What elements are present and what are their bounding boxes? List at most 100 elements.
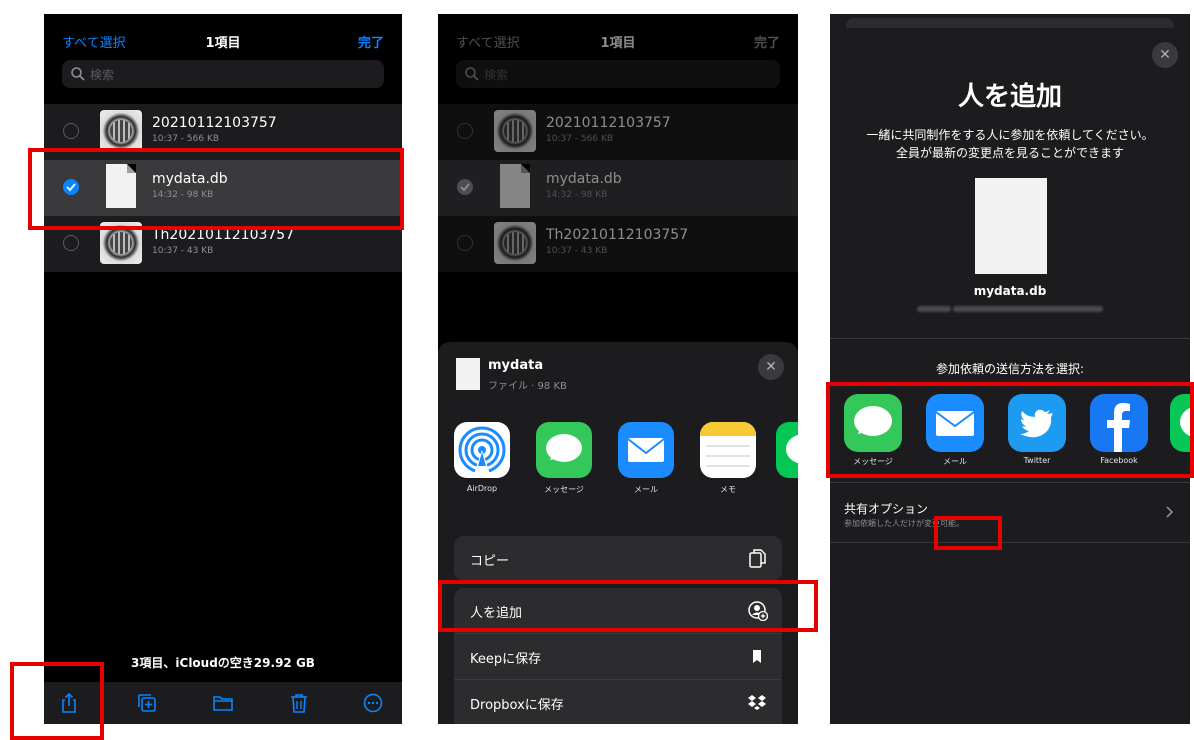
done-button: 完了 <box>753 36 780 51</box>
file-row[interactable]: Th20210112103757 10:37 - 43 KB <box>44 216 402 272</box>
action-add-people[interactable]: 人を追加 <box>454 588 782 634</box>
app-messages[interactable]: メッセージ <box>534 422 594 495</box>
select-radio <box>457 235 473 251</box>
nav-bar: すべて選択 1項目 完了 <box>44 14 402 60</box>
bookmark-icon <box>753 650 761 663</box>
invite-mail[interactable]: メール <box>924 394 986 467</box>
divider <box>830 338 1190 339</box>
copy-icon <box>749 549 766 568</box>
share-file-title: mydata <box>488 358 544 373</box>
search-placeholder: 検索 <box>90 68 115 82</box>
app-line-partial[interactable] <box>776 422 798 478</box>
action-keep[interactable]: Keepに保存 <box>454 634 782 680</box>
share-sheet-screen: すべて選択 1項目 完了 検索 20210112103757 10:37 - 5… <box>438 14 798 724</box>
dropbox-icon <box>748 695 766 710</box>
add-person-icon <box>748 601 768 621</box>
app-label: メッセージ <box>853 457 893 466</box>
file-row[interactable]: 20210112103757 10:37 - 566 KB <box>44 104 402 160</box>
file-row-selected[interactable]: mydata.db 14:32 - 98 KB <box>44 160 402 216</box>
invite-twitter[interactable]: Twitter <box>1006 394 1068 465</box>
search-input[interactable]: 検索 <box>62 60 384 88</box>
file-name: mydata.db <box>546 171 622 187</box>
file-meta: 14:32 - 98 KB <box>152 190 214 200</box>
image-thumbnail <box>100 222 142 264</box>
selected-check-icon[interactable] <box>63 179 79 195</box>
description: 一緒に共同制作をする人に参加を依頼してください。 全員が最新の変更点を見ることが… <box>830 126 1190 162</box>
share-options-row[interactable]: 共有オプション 参加依頼した人だけが変更可能。 <box>830 482 1190 542</box>
file-meta: 10:37 - 566 KB <box>152 134 220 144</box>
app-label: メッセージ <box>544 485 584 494</box>
invite-app-row: メッセージ メール Twitter Facebook <box>830 394 1190 474</box>
image-thumbnail <box>494 222 536 264</box>
duplicate-icon[interactable] <box>136 692 158 714</box>
storage-status: 3項目、iCloudの空き29.92 GB <box>131 656 315 670</box>
more-icon[interactable] <box>362 692 384 714</box>
copy-action-group: コピー <box>454 536 782 581</box>
image-thumbnail <box>494 110 536 152</box>
share-icon[interactable] <box>58 692 80 714</box>
action-dropbox[interactable]: Dropboxに保存 <box>454 680 782 724</box>
facebook-icon <box>1090 394 1148 452</box>
file-name: Th20210112103757 <box>546 227 689 243</box>
action-label: Dropboxに保存 <box>470 698 564 713</box>
select-radio[interactable] <box>63 235 79 251</box>
line-icon <box>1170 394 1190 452</box>
search-icon <box>71 67 85 81</box>
file-row: 20210112103757 10:37 - 566 KB <box>438 104 798 160</box>
invite-line-partial[interactable] <box>1170 394 1190 452</box>
airdrop-icon <box>454 422 510 478</box>
document-icon <box>106 164 136 208</box>
app-label: メール <box>634 485 658 494</box>
app-label: Twitter <box>1023 456 1051 465</box>
app-label: AirDrop <box>466 484 498 493</box>
select-radio[interactable] <box>63 123 79 139</box>
nav-title: 1項目 <box>205 36 241 51</box>
share-options-subtitle: 参加依頼した人だけが変更可能。 <box>844 519 964 528</box>
file-list: 20210112103757 10:37 - 566 KB mydata.db … <box>44 104 402 272</box>
notes-icon <box>700 422 756 478</box>
file-meta: 14:32 - 98 KB <box>546 190 608 200</box>
action-label: Keepに保存 <box>470 652 542 667</box>
share-options-title: 共有オプション <box>844 502 929 516</box>
invite-messages[interactable]: メッセージ <box>842 394 904 467</box>
mail-icon <box>618 422 674 478</box>
invite-facebook[interactable]: Facebook <box>1088 394 1150 465</box>
document-icon <box>975 178 1047 274</box>
app-label: Facebook <box>1100 456 1138 465</box>
done-button[interactable]: 完了 <box>358 32 384 51</box>
line-icon <box>776 422 798 478</box>
folder-icon[interactable] <box>212 692 234 714</box>
files-select-screen: すべて選択 1項目 完了 検索 20210112103757 10:37 - 5… <box>44 14 402 724</box>
messages-icon <box>844 394 902 452</box>
redacted-email <box>953 305 1104 312</box>
document-icon <box>456 358 480 390</box>
app-mail[interactable]: メール <box>616 422 676 495</box>
app-airdrop[interactable]: AirDrop <box>452 422 512 493</box>
share-sheet: mydata ファイル · 98 KB ✕ AirDrop メッセージ メール <box>438 342 798 724</box>
file-row-selected: mydata.db 14:32 - 98 KB <box>438 160 798 216</box>
add-people-screen: ✕ 人を追加 一緒に共同制作をする人に参加を依頼してください。 全員が最新の変更… <box>830 14 1190 724</box>
action-list: 人を追加 Keepに保存 Dropboxに保存 <box>454 588 782 724</box>
app-notes[interactable]: メモ <box>698 422 758 495</box>
close-button[interactable]: ✕ <box>758 354 784 380</box>
file-row: Th20210112103757 10:37 - 43 KB <box>438 216 798 272</box>
nav-title: 1項目 <box>600 36 636 51</box>
document-icon <box>500 164 530 208</box>
file-name: Th20210112103757 <box>152 227 295 243</box>
divider <box>830 542 1190 543</box>
close-button[interactable]: ✕ <box>1152 42 1178 68</box>
search-icon <box>465 67 479 81</box>
choose-method-label: 参加依頼の送信方法を選択: <box>935 362 1085 376</box>
owner-redacted <box>830 304 1190 314</box>
share-app-row: AirDrop メッセージ メール メモ <box>438 422 798 502</box>
search-placeholder: 検索 <box>484 68 509 82</box>
app-label: メール <box>943 457 967 466</box>
action-copy[interactable]: コピー <box>454 536 782 581</box>
description-line-1: 一緒に共同制作をする人に参加を依頼してください。 <box>866 128 1154 142</box>
select-radio <box>457 123 473 139</box>
toolbar <box>44 682 402 724</box>
file-meta: 10:37 - 43 KB <box>152 246 214 256</box>
file-list: 20210112103757 10:37 - 566 KB mydata.db … <box>438 104 798 272</box>
file-name: 20210112103757 <box>152 115 277 131</box>
trash-icon[interactable] <box>288 692 310 714</box>
